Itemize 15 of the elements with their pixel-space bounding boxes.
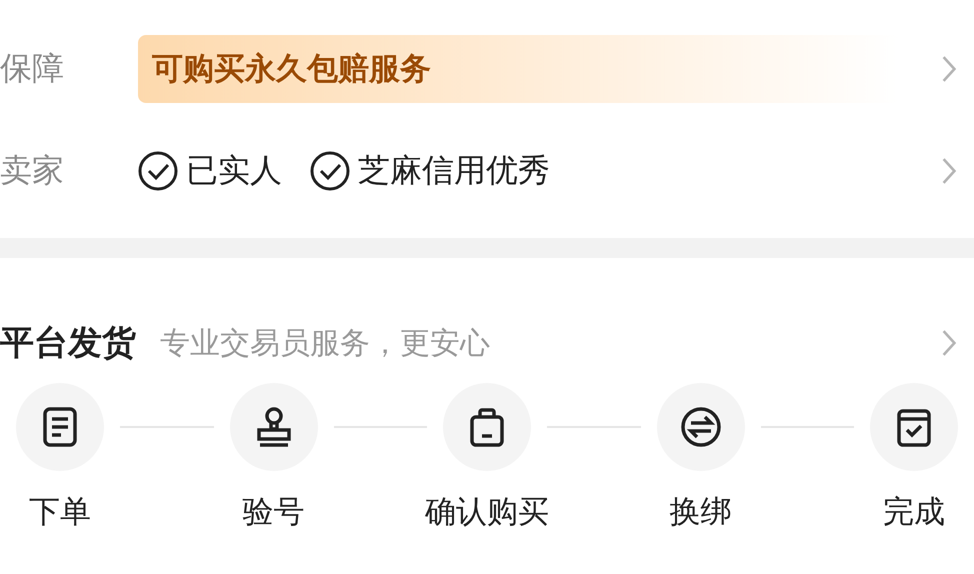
row-label: 保障: [0, 48, 65, 89]
seller-badge-label: 已实人: [186, 150, 282, 191]
check-circle-icon: [138, 151, 178, 191]
check-circle-icon: [310, 151, 350, 191]
section-subtitle: 专业交易员服务，更安心: [160, 324, 491, 362]
chevron-icon[interactable]: [941, 157, 957, 185]
row-label: 卖家: [0, 150, 65, 191]
step-label: 确认购买: [425, 493, 549, 532]
chevron-icon[interactable]: [941, 329, 957, 357]
step-label: 换绑: [670, 493, 732, 532]
chevron-icon[interactable]: [941, 55, 957, 83]
seller-badge-label: 芝麻信用优秀: [358, 150, 550, 191]
step-label: 完成: [883, 493, 945, 532]
step-label: 验号: [242, 493, 304, 532]
step-label: 下单: [29, 493, 91, 532]
